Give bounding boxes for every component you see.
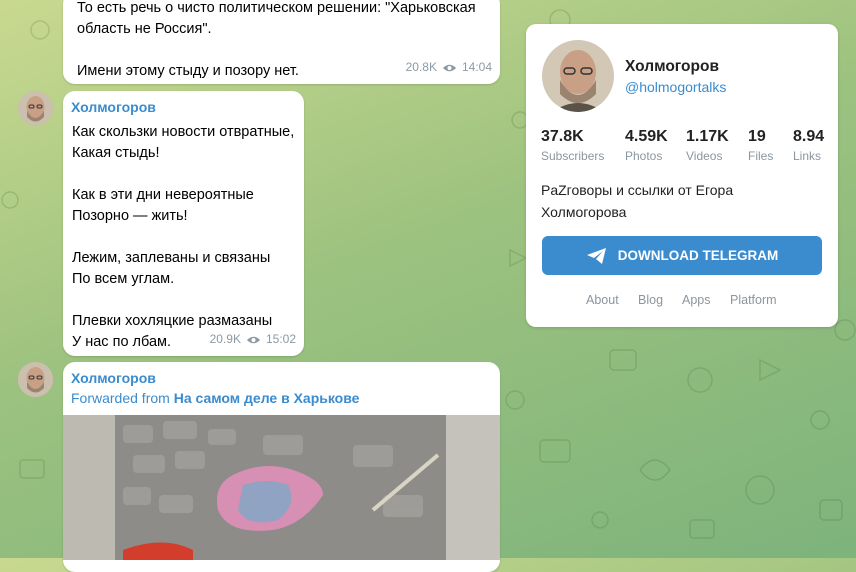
channel-name: Холмогоров xyxy=(625,58,719,75)
stat-videos[interactable]: 1.17K Videos xyxy=(686,128,729,163)
stat-photos[interactable]: 4.59K Photos xyxy=(625,128,668,163)
channel-description: PaZговоры и ссылки от Егора Холмогорова xyxy=(541,182,734,220)
footer-link-platform[interactable]: Platform xyxy=(730,293,777,307)
stat-links[interactable]: 8.94 Links xyxy=(793,128,824,163)
footer-link-blog[interactable]: Blog xyxy=(638,293,663,307)
stat-label: Links xyxy=(793,149,822,163)
channel-avatar-image xyxy=(542,40,614,112)
telegram-plane-icon xyxy=(586,247,606,264)
stat-value: 19 xyxy=(748,128,766,145)
stat-value: 8.94 xyxy=(793,128,825,145)
channel-info-card: Холмогоров @holmogortalks 37.8K Subscrib… xyxy=(526,24,838,327)
eye-icon xyxy=(246,336,261,343)
message-text: Как скользки новости отвратные, Какая ст… xyxy=(72,124,295,350)
message-meta: 20.9K 15:02 xyxy=(210,329,296,350)
stat-label: Videos xyxy=(686,149,723,163)
forwarded-prefix: Forwarded from xyxy=(71,390,170,406)
stat-value: 4.59K xyxy=(625,128,668,145)
view-count: 20.9K xyxy=(209,332,241,346)
channel-handle[interactable]: @holmogortalks xyxy=(625,79,726,95)
message-meta: 20.8K 14:04 xyxy=(406,57,492,78)
view-count: 20.8K xyxy=(405,60,437,74)
avatar-image xyxy=(18,91,53,126)
download-telegram-button[interactable]: DOWNLOAD TELEGRAM xyxy=(542,236,822,275)
stat-subscribers: 37.8K Subscribers xyxy=(541,128,604,163)
footer-link-about[interactable]: About xyxy=(586,293,619,307)
avatar-image xyxy=(18,362,53,397)
message-author[interactable]: Холмогоров xyxy=(71,97,156,118)
eye-icon xyxy=(442,64,457,71)
message-photo[interactable] xyxy=(63,415,500,560)
stat-label: Files xyxy=(748,149,774,163)
message-bubble: То есть речь о чисто политическом решени… xyxy=(63,0,500,84)
stat-label: Subscribers xyxy=(541,149,605,163)
stat-value: 1.17K xyxy=(686,128,729,145)
stat-label: Photos xyxy=(625,149,663,163)
download-telegram-label: DOWNLOAD TELEGRAM xyxy=(617,248,779,263)
message-bubble: Холмогоров Forwarded from На самом деле … xyxy=(63,362,500,572)
forwarded-source-link[interactable]: На самом деле в Харькове xyxy=(174,390,360,406)
message-time: 15:02 xyxy=(265,332,296,346)
avatar[interactable] xyxy=(18,91,53,126)
forwarded-from: Forwarded from На самом деле в Харькове xyxy=(71,388,359,409)
footer-link-apps[interactable]: Apps xyxy=(682,293,711,307)
stat-value: 37.8K xyxy=(541,128,584,145)
message-time: 14:04 xyxy=(461,60,492,74)
message-bubble: Холмогоров Как скользки новости отвратны… xyxy=(63,91,304,356)
stat-files[interactable]: 19 Files xyxy=(748,128,773,163)
message-author[interactable]: Холмогоров xyxy=(71,368,156,389)
avatar[interactable] xyxy=(18,362,53,397)
channel-avatar[interactable] xyxy=(542,40,614,112)
